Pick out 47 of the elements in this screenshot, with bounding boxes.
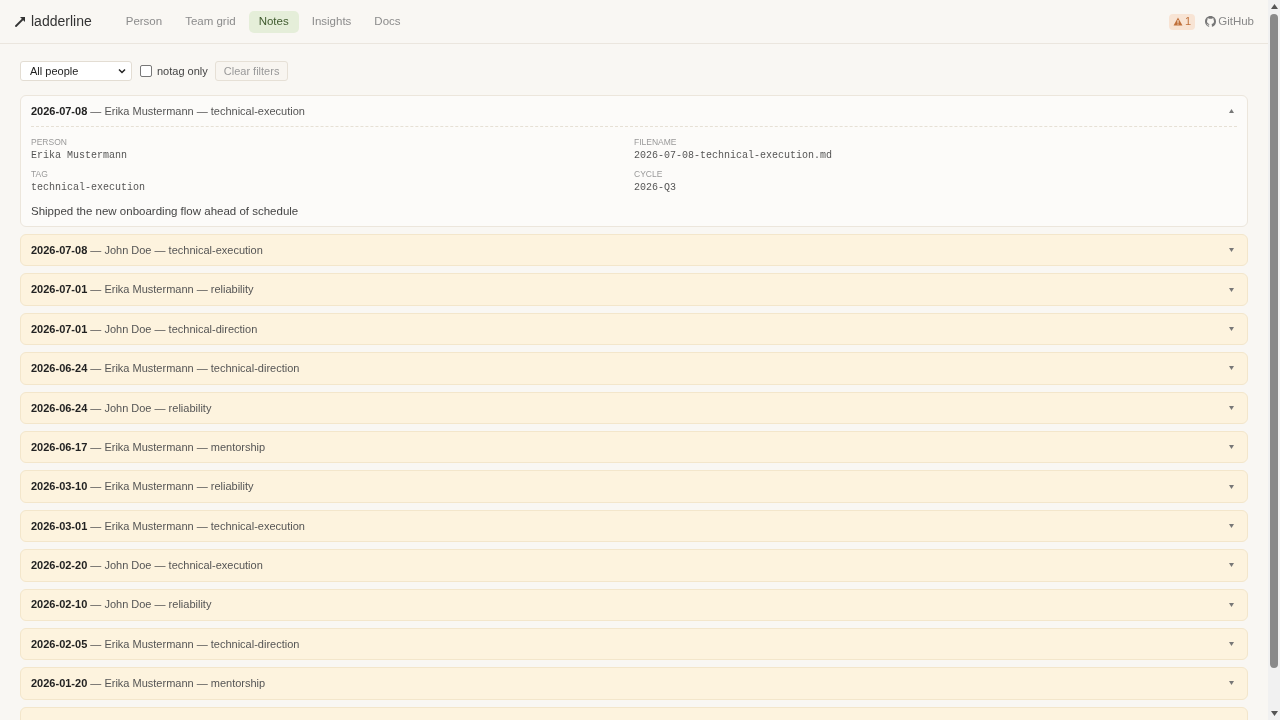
chevron-down-icon (118, 68, 126, 74)
note-summary[interactable]: 2026-07-08 — John Doe — technical-execution (31, 235, 1237, 266)
caret-down-icon (1229, 681, 1234, 686)
caret-down-icon (1229, 563, 1234, 568)
note-summary[interactable]: 2026-01-20 — Erika Mustermann — mentorship (31, 668, 1237, 699)
field-label: PERSON (31, 136, 67, 148)
scroll-down-arrow-icon[interactable] (1270, 711, 1278, 716)
caret-down-icon (1229, 445, 1234, 450)
field-value: 2026-07-08-technical-execution.md (634, 149, 833, 163)
note-summary[interactable]: 2026-07-01 — John Doe — technical-direction (31, 313, 1237, 345)
note-summary[interactable]: 2026-02-05 — Erika Mustermann — technical-direction (31, 628, 1237, 660)
field-value: Erika Mustermann (31, 149, 127, 163)
field-value: technical-execution (31, 181, 146, 195)
note-summary[interactable]: 2026-02-10 — John Doe — reliability (31, 589, 1237, 620)
caret-down-icon (1229, 642, 1234, 647)
person-select[interactable]: All people (20, 61, 132, 81)
note-summary[interactable]: 2026-03-10 — Erika Mustermann — reliability (31, 471, 1237, 502)
caret-down-icon (1229, 523, 1234, 528)
field-label: TAG (31, 168, 48, 180)
caret-down-icon (1229, 248, 1234, 253)
note-summary[interactable]: 2026-03-01 — Erika Mustermann — technical-execution (31, 510, 1237, 542)
field-label: FILENAME (634, 136, 677, 148)
caret-down-icon (1229, 366, 1234, 371)
note-summary[interactable]: 2026-07-01 — Erika Mustermann — reliability (31, 274, 1237, 305)
caret-down-icon (1229, 602, 1234, 607)
note-summary[interactable]: 2026-02-20 — John Doe — technical-execution (31, 550, 1237, 581)
note-summary[interactable]: 2026-06-24 — Erika Mustermann — technical-direction (31, 353, 1237, 384)
note-summary[interactable]: 2026-06-17 — Erika Mustermann — mentorship (31, 431, 1237, 463)
field-value: 2026-Q3 (634, 181, 676, 195)
scroll-up-arrow-icon[interactable] (1270, 4, 1278, 9)
caret-up-icon (1229, 109, 1234, 113)
diagonal-arrow-icon (15, 16, 26, 27)
caret-down-icon (1229, 287, 1234, 292)
caret-down-icon (1229, 484, 1234, 489)
brand-name[interactable]: ladderline (31, 11, 92, 32)
note-summary[interactable]: 2026-06-24 — John Doe — reliability (31, 392, 1237, 423)
note-summary[interactable]: 2026-07-08 — Erika Mustermann — technical-execution (31, 96, 1237, 127)
field-label: CYCLE (634, 168, 663, 180)
checkbox-label[interactable]: notag only (157, 62, 208, 80)
caret-down-icon (1229, 326, 1234, 331)
nav-tab[interactable]: Notes (248, 10, 299, 33)
github-icon (1205, 16, 1217, 27)
caret-down-icon (1229, 405, 1234, 410)
warning-icon (1173, 17, 1184, 26)
note-body: Shipped the new onboarding flow ahead of schedule (31, 204, 299, 218)
scrollbar-thumb[interactable] (1270, 14, 1278, 668)
checkbox[interactable] (140, 65, 152, 77)
